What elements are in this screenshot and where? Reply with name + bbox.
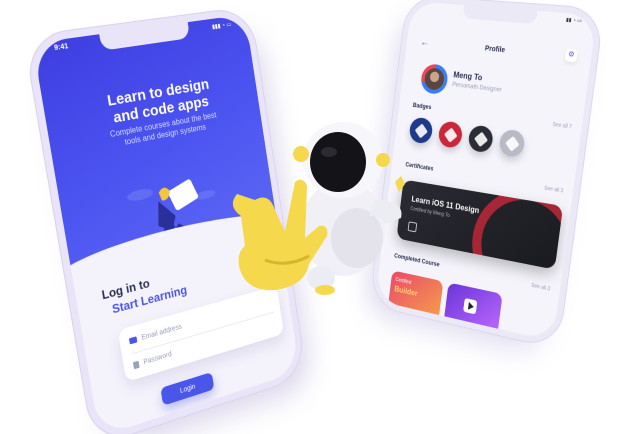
badge-icon — [505, 135, 520, 151]
badges-see-all[interactable]: See all 7 — [552, 122, 572, 131]
profile-title: Profile — [407, 38, 592, 63]
certificates-see-all[interactable]: See all 3 — [544, 185, 564, 194]
status-time: 9:41 — [54, 43, 69, 52]
badge-item[interactable] — [437, 120, 463, 149]
user-name: Meng To — [453, 70, 483, 82]
password-placeholder: Password — [143, 350, 172, 365]
settings-gear-icon[interactable]: ⚙ — [565, 49, 579, 63]
completed-see-all[interactable]: See all 3 — [531, 283, 550, 293]
mail-icon — [129, 336, 137, 344]
phone-notch — [462, 5, 537, 24]
course-card[interactable] — [443, 282, 503, 339]
astronaut-illustration — [225, 110, 425, 310]
badge-icon — [474, 131, 488, 146]
user-role: Persomath Designer — [452, 82, 502, 94]
signal-battery-icon: ▮▮▮ ◔ ▭ — [212, 21, 232, 31]
forgot-password-link[interactable]: Forgot Password? — [167, 400, 218, 423]
badge-list — [408, 116, 525, 158]
signal-battery-icon: ▮▮ ◔ ▭ — [566, 17, 583, 25]
badge-item[interactable] — [467, 124, 494, 153]
avatar — [420, 63, 450, 95]
badge-icon — [444, 127, 458, 142]
mockup-stage: 9:41 ▮▮▮ ◔ ▭ Learn to design and code ap… — [0, 0, 620, 434]
email-placeholder: Email address — [141, 323, 182, 341]
badge-item[interactable] — [498, 128, 526, 158]
play-icon[interactable] — [463, 298, 477, 314]
login-button[interactable]: Login — [160, 372, 214, 406]
lock-icon — [133, 360, 140, 369]
